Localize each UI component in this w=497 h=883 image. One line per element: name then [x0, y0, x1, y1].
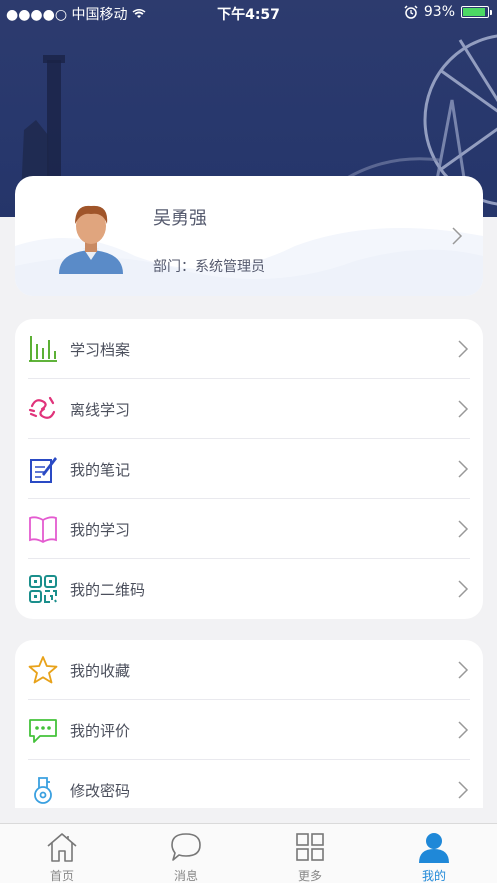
menu-group-account: 我的收藏 我的评价 修改密码 [15, 640, 483, 808]
qrcode-icon [29, 575, 57, 603]
chevron-right-icon [458, 400, 469, 418]
menu-label: 学习档案 [70, 341, 131, 359]
menu-label: 修改密码 [70, 782, 131, 800]
key-icon [34, 777, 52, 804]
home-icon [47, 833, 77, 862]
chevron-right-icon [458, 721, 469, 739]
menu-label: 我的二维码 [70, 581, 146, 599]
avatar [59, 205, 123, 274]
tab-label: 首页 [49, 869, 74, 883]
user-name: 吴勇强 [153, 208, 207, 229]
tab-label: 更多 [297, 869, 322, 883]
comment-icon [29, 719, 57, 743]
menu-item-my-favorites[interactable]: 我的收藏 [15, 640, 483, 700]
book-icon [29, 516, 57, 544]
chevron-right-icon [458, 661, 469, 679]
tab-home[interactable]: 首页 [0, 824, 124, 883]
tab-bar: 首页 消息 更多 我的 [0, 823, 497, 883]
tab-me[interactable]: 我的 [372, 824, 496, 883]
menu-label: 我的笔记 [70, 461, 131, 479]
menu-item-my-learning[interactable]: 我的学习 [15, 499, 483, 559]
menu-item-offline-learning[interactable]: 离线学习 [15, 379, 483, 439]
status-bar: ●●●●○ 中国移动 下午4:57 93% [0, 0, 497, 26]
department-label: 部门：系统管理员 [153, 259, 265, 275]
grid-icon [296, 833, 324, 861]
menu-item-my-reviews[interactable]: 我的评价 [15, 700, 483, 760]
menu-item-learning-archive[interactable]: 学习档案 [15, 319, 483, 379]
menu-label: 我的学习 [70, 521, 131, 539]
archive-chart-icon [29, 336, 57, 362]
tab-messages[interactable]: 消息 [124, 824, 248, 883]
menu-item-change-password[interactable]: 修改密码 [15, 760, 483, 808]
chevron-right-icon [458, 340, 469, 358]
profile-card[interactable]: 吴勇强 部门：系统管理员 [15, 176, 483, 296]
battery-percent: 93% [423, 4, 455, 20]
message-icon [171, 833, 201, 861]
tab-label: 消息 [173, 869, 198, 883]
chevron-right-icon [458, 781, 469, 799]
offline-icon [28, 396, 56, 419]
menu-item-my-notes[interactable]: 我的笔记 [15, 439, 483, 499]
chevron-right-icon [452, 227, 463, 245]
menu-label: 离线学习 [70, 401, 131, 419]
alarm-icon [404, 5, 418, 19]
menu-label: 我的收藏 [70, 662, 131, 680]
chevron-right-icon [458, 460, 469, 478]
person-icon [419, 833, 449, 863]
chevron-right-icon [458, 580, 469, 598]
tab-label: 我的 [421, 869, 446, 883]
chevron-right-icon [458, 520, 469, 538]
menu-item-my-qrcode[interactable]: 我的二维码 [15, 559, 483, 619]
menu-label: 我的评价 [70, 722, 131, 740]
star-icon [28, 656, 58, 684]
battery-icon [461, 6, 492, 18]
tab-more[interactable]: 更多 [248, 824, 372, 883]
menu-group-learning: 学习档案 离线学习 我的笔记 我的学习 我的二维码 [15, 319, 483, 619]
note-icon [30, 457, 57, 483]
